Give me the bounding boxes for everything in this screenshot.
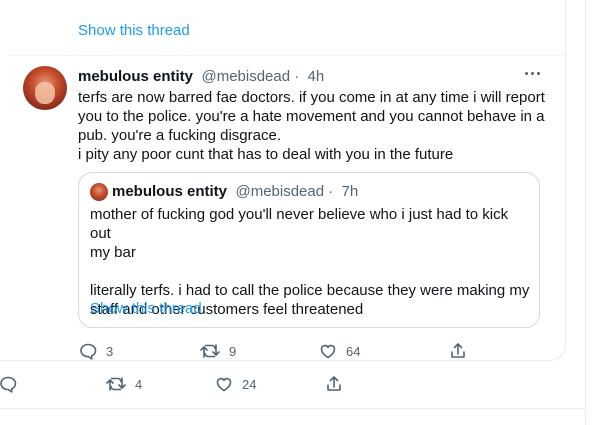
tweet-timestamp[interactable]: 4h — [308, 68, 325, 85]
retweet-icon — [106, 377, 126, 391]
show-this-thread-link-top[interactable]: Show this thread — [78, 22, 190, 39]
divider — [8, 55, 566, 56]
reply-button[interactable]: 3 — [78, 341, 113, 361]
timeline-right-border — [585, 0, 586, 425]
quoted-timestamp: 7h — [341, 183, 359, 200]
heart-icon — [216, 377, 232, 392]
like-button[interactable]: 64 — [318, 341, 360, 361]
share-icon — [451, 343, 465, 358]
tweet-header: mebulous entity @mebisdead · 4h — [78, 68, 328, 86]
share-icon — [327, 376, 341, 391]
outer-reply-button[interactable] — [0, 374, 18, 394]
heart-icon — [320, 344, 336, 359]
reply-count: 3 — [106, 343, 114, 359]
quoted-avatar — [90, 183, 108, 201]
retweet-count: 9 — [229, 343, 237, 359]
avatar[interactable] — [23, 66, 67, 110]
user-handle[interactable]: @mebisdead — [201, 68, 290, 85]
display-name[interactable]: mebulous entity — [78, 68, 193, 85]
outer-like-count: 24 — [242, 376, 257, 392]
divider — [0, 408, 586, 409]
outer-share-button[interactable] — [324, 374, 344, 394]
like-count: 64 — [346, 343, 361, 359]
separator-dot: · — [294, 68, 300, 85]
more-icon[interactable] — [522, 65, 542, 81]
reply-icon — [80, 343, 97, 360]
quoted-user-handle: @mebisdead — [235, 183, 325, 200]
quoted-tweet-header: mebulous entity @mebisdead · 7h — [112, 183, 362, 201]
quoted-display-name: mebulous entity — [112, 183, 228, 200]
outer-retweet-button[interactable]: 4 — [105, 374, 142, 394]
retweet-button[interactable]: 9 — [199, 341, 236, 361]
retweet-icon — [200, 344, 220, 358]
share-button[interactable] — [448, 341, 468, 361]
separator-dot: · — [328, 183, 334, 200]
outer-retweet-count: 4 — [135, 376, 143, 392]
reply-icon — [0, 376, 17, 393]
tweet-text: terfs are now barred fae doctors. if you… — [78, 89, 545, 163]
show-this-thread-link[interactable]: Show this thread — [90, 300, 202, 317]
outer-like-button[interactable]: 24 — [214, 374, 256, 394]
